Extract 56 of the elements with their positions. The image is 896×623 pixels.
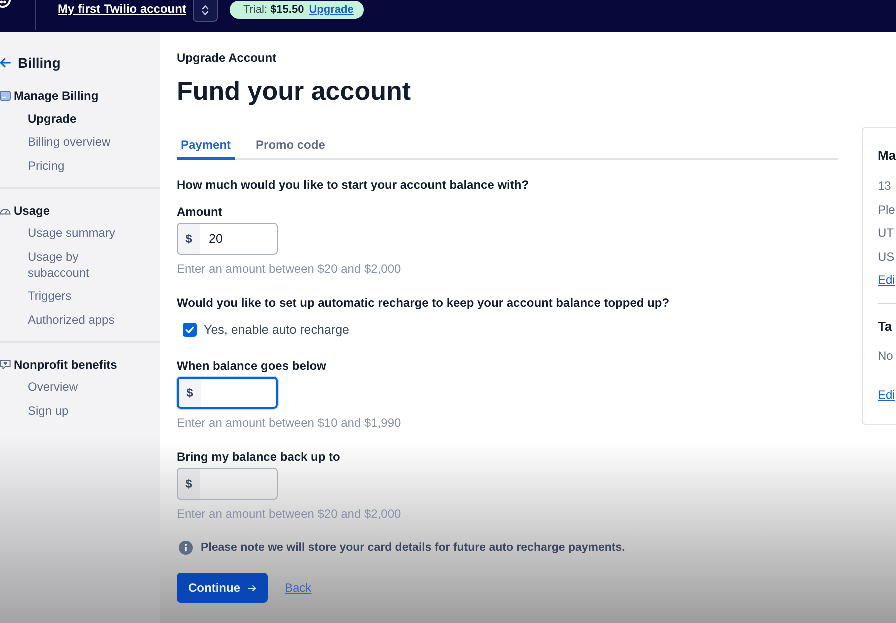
gauge-icon	[0, 206, 11, 215]
card-icon	[0, 91, 11, 101]
tab[interactable]: Promo code	[252, 123, 330, 160]
card-text: 13	[878, 178, 892, 195]
sidebar-section-title: Usage	[14, 202, 50, 218]
tab[interactable]: Payment	[177, 123, 236, 160]
help-text: Enter an amount between $10 and $1,990	[177, 415, 402, 431]
upgrade-link[interactable]: Upgrade	[309, 3, 354, 17]
page-title: Fund your account	[177, 75, 412, 108]
page-eyebrow: Upgrade Account	[177, 50, 278, 66]
edit-link[interactable]: Edi	[878, 269, 896, 292]
sidebar-item[interactable]: Pricing	[28, 154, 128, 178]
info-icon	[179, 541, 193, 555]
sidebar-section-title: Manage Billing	[14, 88, 99, 104]
field-label: Bring my balance back up to	[177, 449, 340, 465]
sidebar-item[interactable]: Authorized apps	[28, 308, 128, 332]
card-heading: Ma	[878, 148, 896, 164]
arrow-right-icon	[248, 584, 256, 592]
sidebar-item[interactable]: Triggers	[28, 284, 128, 308]
currency-prefix: $	[179, 379, 201, 407]
back-link[interactable]: Billing	[0, 53, 61, 73]
card-text: No	[878, 348, 894, 364]
account-name-link[interactable]: My first Twilio account	[58, 1, 186, 17]
sidebar-item[interactable]: Billing overview	[28, 130, 128, 154]
sidebar-item[interactable]: Usage by subaccount	[28, 245, 128, 284]
question-text: Would you like to set up automatic recharge to keep your account balance topped up?	[177, 295, 670, 311]
amount-field[interactable]: $	[177, 377, 278, 409]
card-text: Ple	[878, 202, 896, 218]
up-down-chevron-icon	[202, 5, 210, 16]
sidebar-section-title: Nonprofit benefits	[14, 356, 118, 372]
currency-prefix: $	[178, 224, 200, 254]
amount-field[interactable]: $	[177, 468, 278, 500]
sidebar-item[interactable]: Upgrade	[28, 107, 128, 130]
checkbox[interactable]	[183, 323, 197, 337]
checkbox-label[interactable]: Yes, enable auto recharge	[204, 322, 350, 338]
question-text: How much would you like to start your account balance with?	[177, 177, 530, 193]
note-text: Please note we will store your card details for future auto recharge payments.	[201, 541, 626, 556]
message-icon	[0, 360, 11, 370]
help-text: Enter an amount between $20 and $2,000	[177, 506, 402, 522]
card-text: US	[878, 248, 896, 266]
sidebar-item[interactable]: Sign up	[28, 399, 128, 422]
ring-icon	[0, 0, 11, 8]
field-label: When balance goes below	[177, 358, 326, 374]
sidebar-item[interactable]: Overview	[28, 376, 128, 399]
card-text: UT	[878, 225, 895, 242]
currency-prefix: $	[178, 469, 200, 499]
help-text: Enter an amount between $20 and $2,000	[177, 261, 402, 277]
arrow-left-icon	[0, 58, 11, 68]
account-switcher-button[interactable]	[193, 0, 218, 22]
amount-field[interactable]: $ 20	[177, 223, 278, 255]
card-heading: Ta	[878, 318, 894, 334]
field-label: Amount	[177, 204, 222, 220]
edit-link[interactable]: Edi	[878, 384, 896, 408]
continue-button[interactable]: Continue	[177, 573, 268, 603]
trial-balance: Trial: $15.50	[243, 3, 304, 17]
sidebar-item[interactable]: Usage summary	[28, 222, 128, 245]
